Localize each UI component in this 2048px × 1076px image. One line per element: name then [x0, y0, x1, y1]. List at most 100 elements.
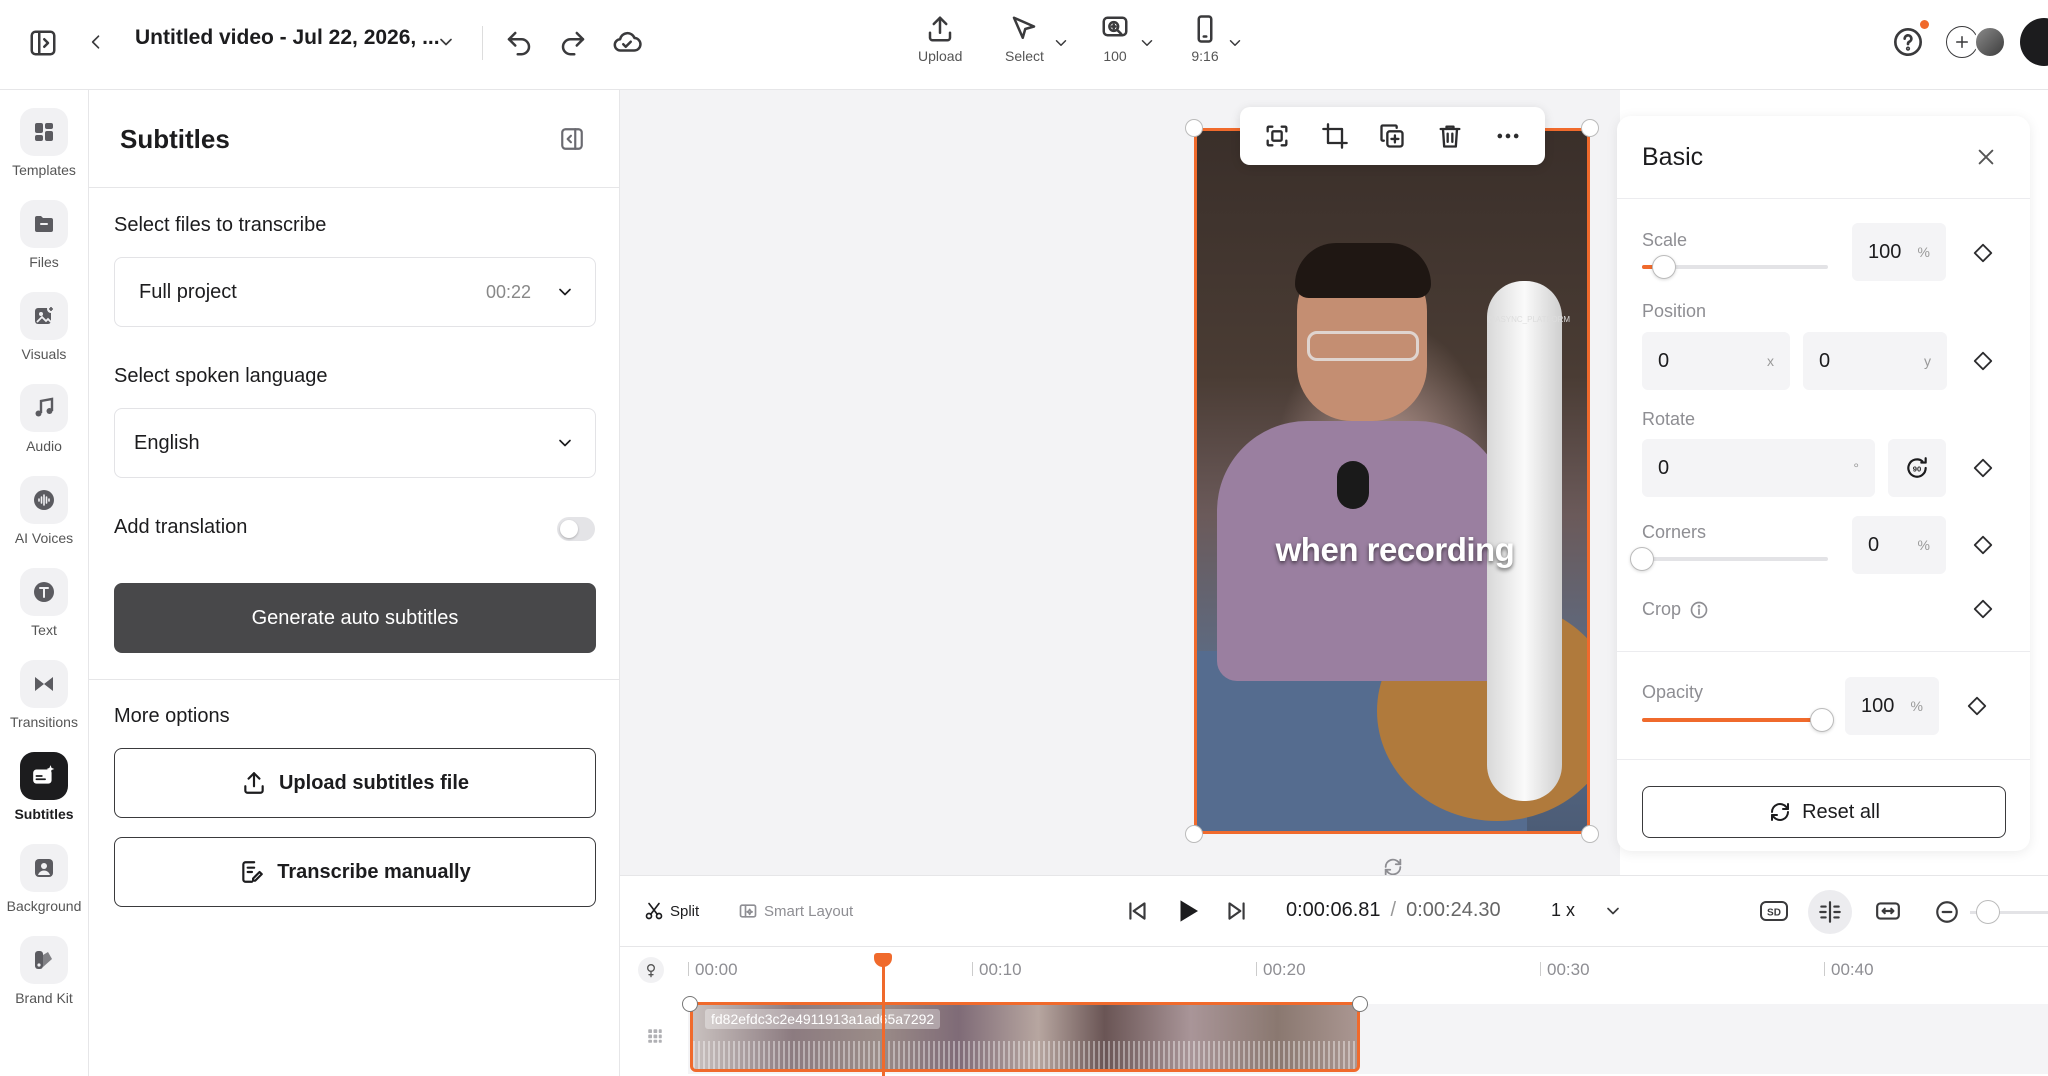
split-button[interactable]: Split [644, 901, 699, 921]
timeline-zoom-thumb[interactable] [1976, 900, 2000, 924]
info-icon[interactable] [1689, 600, 1709, 620]
generate-subtitles-button[interactable]: Generate auto subtitles [114, 583, 596, 653]
speed-select[interactable]: 1 x [1551, 900, 1623, 921]
fit-icon[interactable] [1263, 122, 1291, 150]
rail-item-ai-voices[interactable]: AI Voices [0, 476, 88, 546]
corners-slider-thumb[interactable] [1630, 547, 1654, 571]
rail-item-text[interactable]: Text [0, 568, 88, 638]
tick-label: 00:20 [1263, 960, 1306, 979]
more-options-label: More options [114, 705, 230, 727]
rotate-input[interactable]: 0 ° [1642, 439, 1875, 497]
sidebar-toggle-icon[interactable] [28, 28, 58, 58]
language-select[interactable]: English [114, 408, 596, 478]
aspect-chevron-down-icon[interactable] [1226, 34, 1244, 52]
rail-item-audio[interactable]: Audio [0, 384, 88, 454]
video-frame-shape [1307, 331, 1419, 361]
keyframe-diamond-icon[interactable] [1972, 534, 1994, 556]
rail-item-transitions[interactable]: Transitions [0, 660, 88, 730]
reset-all-button[interactable]: Reset all [1642, 786, 2006, 838]
previous-frame-icon[interactable] [1125, 898, 1151, 924]
select-chevron-down-icon[interactable] [1052, 34, 1070, 52]
transcribe-manually-button[interactable]: Transcribe manually [114, 837, 596, 907]
opacity-label: Opacity [1642, 682, 1704, 702]
upload-subtitles-button[interactable]: Upload subtitles file [114, 748, 596, 818]
zoom-chevron-down-icon[interactable] [1138, 34, 1156, 52]
title-chevron-down-icon[interactable] [436, 32, 456, 52]
keyframe-diamond-icon[interactable] [1972, 457, 1994, 479]
account-avatar[interactable] [2020, 18, 2048, 66]
video-preview[interactable]: @ASYNC_PLATFORM when recording [1194, 128, 1590, 834]
rail-label: Templates [12, 162, 76, 178]
keyframe-diamond-icon[interactable] [1972, 598, 1994, 620]
basic-title: Basic [1642, 143, 1704, 171]
current-time: 0:00:06.81 [1286, 899, 1381, 921]
playhead[interactable] [882, 957, 885, 1076]
scale-slider-thumb[interactable] [1652, 255, 1677, 279]
keyframe-diamond-icon[interactable] [1972, 350, 1994, 372]
position-x-value: 0 [1658, 349, 1670, 372]
playhead-grip[interactable] [874, 953, 892, 967]
opacity-input[interactable]: 100 % [1845, 677, 1939, 735]
corners-slider[interactable] [1630, 547, 1828, 571]
rail-item-brand-kit[interactable]: Brand Kit [0, 936, 88, 1006]
opacity-slider-thumb[interactable] [1810, 708, 1834, 732]
help-icon[interactable] [1892, 26, 1924, 58]
rotate-90-button[interactable]: 90 [1888, 439, 1946, 497]
avatar[interactable] [1974, 26, 2006, 58]
files-select[interactable]: Full project 00:22 [114, 257, 596, 327]
back-icon[interactable] [86, 30, 106, 54]
clip-trim-handle-start[interactable] [682, 996, 698, 1012]
keyframe-diamond-icon[interactable] [1966, 695, 1988, 717]
rail-item-background[interactable]: Background [0, 844, 88, 914]
corners-input[interactable]: 0 % [1852, 516, 1946, 574]
subtitle-caption[interactable]: when recording [1197, 531, 1587, 569]
delete-icon[interactable] [1436, 122, 1464, 150]
scale-input[interactable]: 100 % [1852, 223, 1946, 281]
play-icon[interactable] [1173, 896, 1203, 926]
voice-wave-icon [20, 476, 68, 524]
rail-label: Background [6, 898, 82, 914]
timeline[interactable]: 00:00 00:10 00:20 00:30 00:40 fd82efdc3c… [620, 947, 2048, 1076]
audio-waveform [693, 1041, 1357, 1069]
zoom-tool[interactable]: 100 [1100, 14, 1130, 64]
aspect-ratio-tool[interactable]: 9:16 [1190, 14, 1220, 64]
sd-quality-icon[interactable]: SD [1759, 898, 1789, 924]
rail-item-files[interactable]: Files [0, 200, 88, 270]
more-options-icon[interactable] [1494, 122, 1522, 150]
divider [1617, 759, 2030, 760]
undo-icon[interactable] [504, 28, 534, 58]
smart-layout-button[interactable]: Smart Layout [738, 901, 853, 921]
translation-toggle[interactable] [557, 517, 595, 541]
rail-item-templates[interactable]: Templates [0, 108, 88, 178]
duplicate-icon[interactable] [1378, 122, 1406, 150]
fit-timeline-icon[interactable] [1874, 898, 1902, 924]
select-tool[interactable]: Select [1005, 14, 1044, 64]
project-title[interactable]: Untitled video - Jul 22, 2026, ... [135, 26, 440, 50]
scale-slider[interactable] [1642, 255, 1828, 279]
keyframe-diamond-icon[interactable] [1972, 242, 1994, 264]
redo-icon[interactable] [558, 28, 588, 58]
next-frame-icon[interactable] [1223, 898, 1249, 924]
resize-handle-top-right[interactable] [1581, 119, 1599, 137]
snap-icon[interactable] [1808, 890, 1852, 934]
top-bar: Untitled video - Jul 22, 2026, ... Uploa… [0, 0, 2048, 90]
position-x-input[interactable]: 0 x [1642, 332, 1790, 390]
element-toolbar [1240, 107, 1545, 165]
resize-handle-bottom-left[interactable] [1185, 825, 1203, 843]
zoom-out-icon[interactable] [1934, 899, 1960, 925]
position-y-input[interactable]: 0 y [1803, 332, 1947, 390]
collapse-panel-icon[interactable] [559, 126, 585, 152]
magnet-icon[interactable] [638, 957, 664, 983]
upload-tool[interactable]: Upload [918, 14, 962, 64]
resize-handle-top-left[interactable] [1185, 119, 1203, 137]
close-icon[interactable] [1975, 146, 1997, 168]
video-clip[interactable]: fd82efdc3c2e4911913a1ad65a7292 [690, 1002, 1360, 1072]
opacity-slider[interactable] [1642, 708, 1834, 732]
clip-trim-handle-end[interactable] [1352, 996, 1368, 1012]
crop-icon[interactable] [1321, 122, 1349, 150]
track-grid-icon [646, 1027, 664, 1045]
resize-handle-bottom-right[interactable] [1581, 825, 1599, 843]
playback-bar: Split Smart Layout 0:00:06.81 / 0:00:24.… [620, 875, 2048, 947]
rail-item-subtitles[interactable]: Subtitles [0, 752, 88, 822]
rail-item-visuals[interactable]: Visuals [0, 292, 88, 362]
